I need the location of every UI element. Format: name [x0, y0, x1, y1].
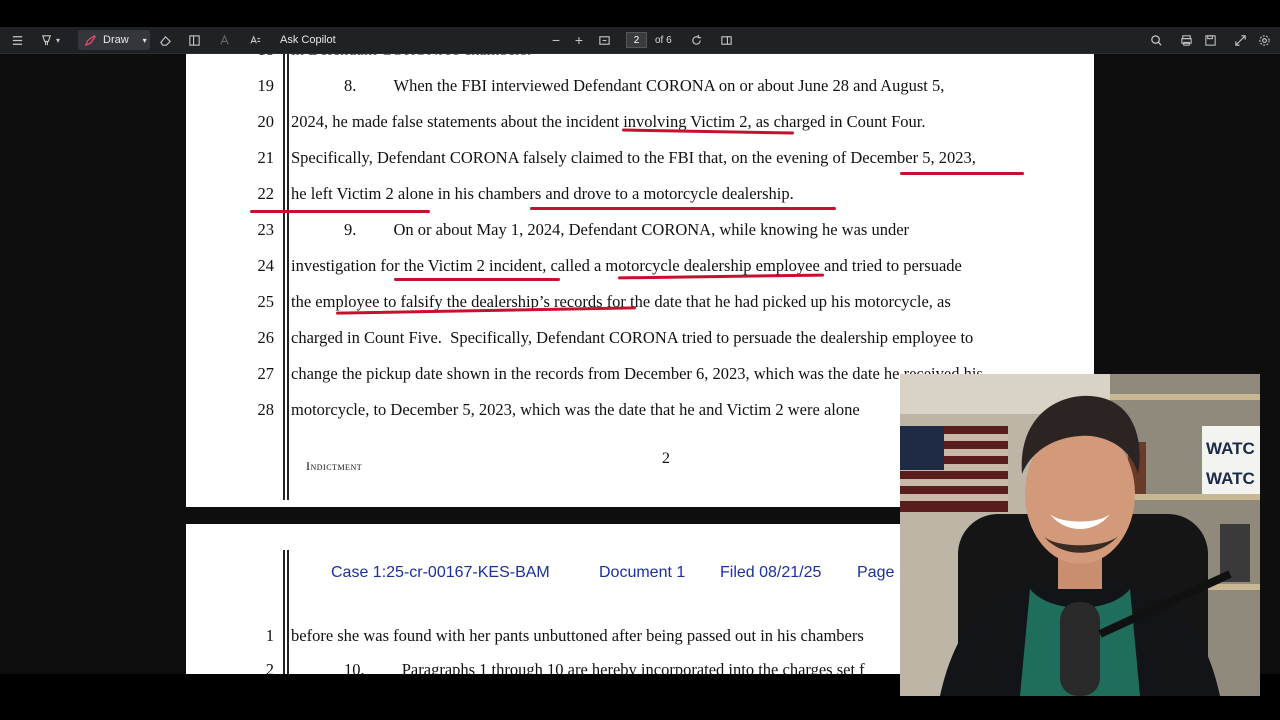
line-number: 21: [257, 148, 275, 167]
sign-text: WATC: [1206, 469, 1255, 488]
print-icon[interactable]: [1178, 27, 1194, 53]
margin-rule: [283, 550, 285, 674]
body-line: Specifically, Defendant CORONA falsely c…: [291, 148, 976, 167]
body-line: 9. On or about May 1, 2024, Defendant CO…: [344, 220, 910, 239]
chevron-down-icon: ▾: [142, 35, 147, 45]
line-number: 23: [257, 220, 275, 239]
margin-rule: [287, 550, 289, 674]
search-icon[interactable]: [1148, 27, 1164, 53]
sign-text: WATC: [1206, 439, 1255, 458]
rotate-icon[interactable]: [688, 27, 704, 53]
draw-button[interactable]: Draw ▾: [78, 30, 150, 50]
line-number: 20: [257, 112, 275, 131]
line-number: 19: [257, 76, 275, 95]
page-total: of 6: [655, 34, 672, 46]
body-line: before she was found with her pants unbu…: [291, 626, 864, 645]
page-label: Page: [857, 564, 895, 581]
draw-button-label: Draw: [103, 34, 129, 46]
margin-rule: [287, 54, 289, 500]
partial-top-line: in Defendant CORONA’s chambers.: [291, 54, 531, 60]
filed-date: Filed 08/21/25: [720, 564, 822, 581]
line-number: 26: [257, 328, 275, 347]
ask-copilot-button[interactable]: Ask Copilot: [280, 27, 336, 53]
webcam-overlay: WATC WATC: [900, 374, 1260, 696]
case-number: Case 1:25-cr-00167-KES-BAM: [331, 564, 550, 581]
page-view-icon[interactable]: [185, 27, 203, 53]
body-line: change the pickup date shown in the reco…: [291, 364, 983, 383]
text-format-icon[interactable]: [215, 27, 233, 53]
pdf-toolbar: ▾ Draw ▾ Ask Copilot − + 2 of 6: [0, 27, 1280, 54]
expand-icon[interactable]: [1232, 27, 1248, 53]
body-line: charged in Count Five. Specifically, Def…: [291, 328, 974, 347]
body-line: 2024, he made false statements about the…: [291, 112, 926, 131]
body-line: motorcycle, to December 5, 2023, which w…: [291, 400, 860, 419]
line-number: 1: [265, 626, 274, 645]
line-number: 28: [257, 400, 275, 419]
zoom-out-button[interactable]: −: [549, 27, 563, 53]
line-number: 2: [265, 660, 274, 674]
line-number: 25: [257, 292, 275, 311]
body-line: investigation for the Victim 2 incident,…: [291, 256, 962, 275]
body-line: 10. Paragraphs 1 through 10 are hereby i…: [344, 660, 865, 674]
line-number: 18: [244, 54, 275, 60]
body-line: 8. When the FBI interviewed Defendant CO…: [344, 76, 945, 95]
page-number: 2: [662, 450, 670, 467]
highlight-tool-icon[interactable]: ▾: [36, 27, 64, 53]
line-number: 22: [257, 184, 275, 203]
chevron-down-icon: ▾: [55, 35, 60, 45]
webcam-scene: WATC WATC: [900, 374, 1260, 696]
body-line: he left Victim 2 alone in his chambers a…: [291, 184, 794, 203]
red-underline-annotation: [530, 207, 836, 210]
line-number: 24: [257, 256, 275, 275]
zoom-in-button[interactable]: +: [572, 27, 586, 53]
eraser-icon[interactable]: [156, 27, 174, 53]
document-label: Document 1: [599, 564, 686, 581]
save-icon[interactable]: [1202, 27, 1218, 53]
margin-rule: [283, 54, 285, 500]
red-underline-annotation: [250, 210, 430, 213]
line-number: 27: [257, 364, 275, 383]
fit-page-icon[interactable]: [596, 27, 612, 53]
page-layout-icon[interactable]: [718, 27, 734, 53]
red-underline-annotation: [900, 172, 1024, 175]
list-icon[interactable]: [8, 27, 26, 53]
read-aloud-icon[interactable]: [245, 27, 265, 53]
footer-label: Indictment: [306, 459, 363, 473]
ask-copilot-label: Ask Copilot: [280, 34, 336, 46]
page-number-input[interactable]: 2: [626, 32, 647, 48]
red-underline-annotation: [394, 278, 560, 281]
gear-icon[interactable]: [1256, 27, 1272, 53]
pen-icon: [84, 34, 96, 46]
